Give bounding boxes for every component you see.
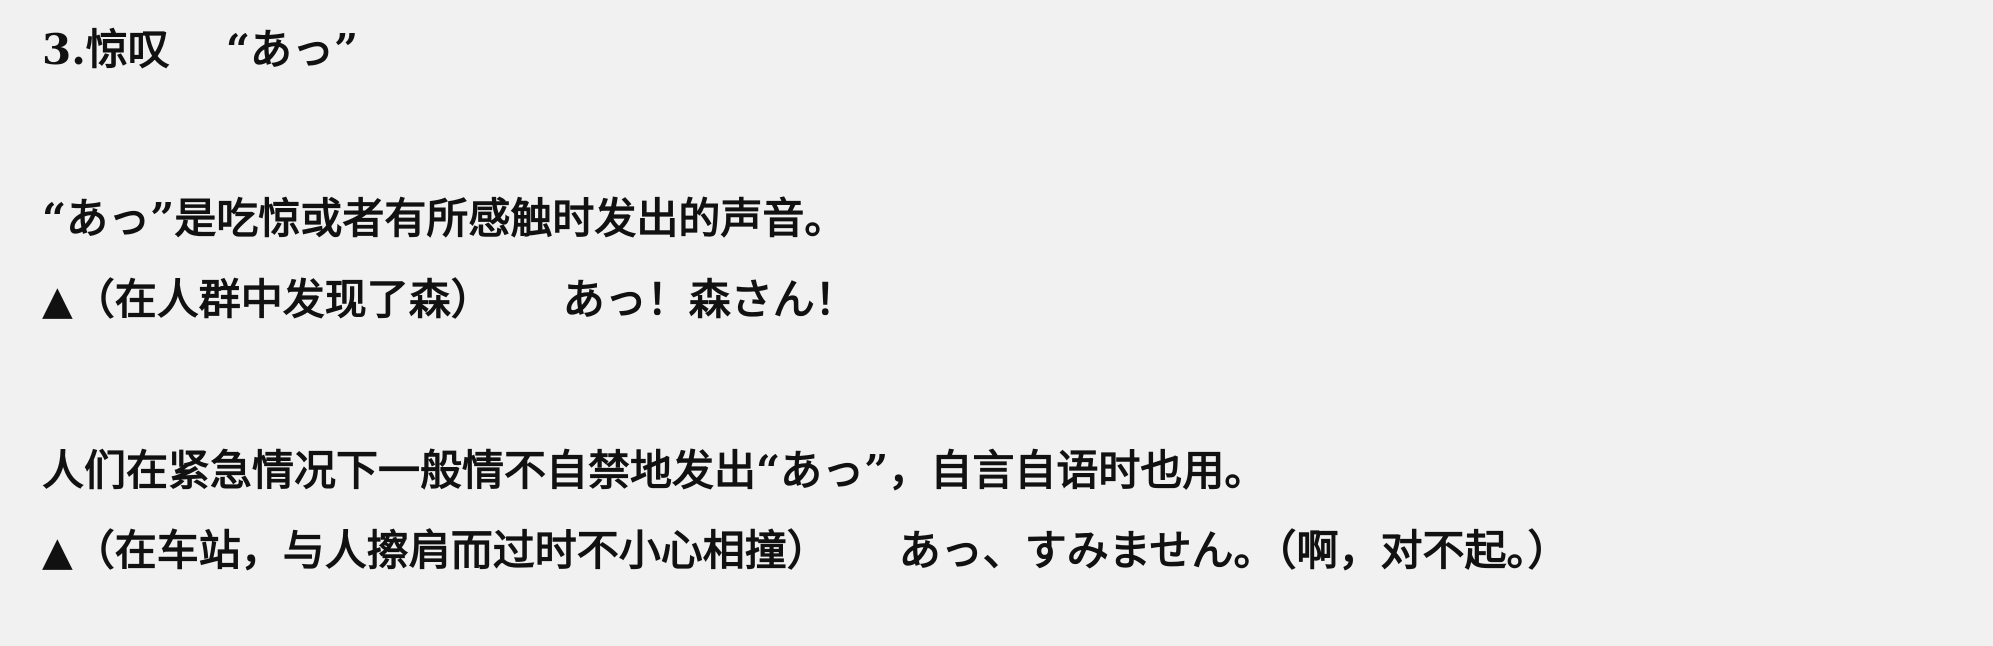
explanation-2: 人们在紧急情况下一般情不自禁地发出“あっ”，自言自语时也用。	[42, 446, 1267, 495]
example-utterance: あっ、すみません。（啊，对不起。）	[898, 526, 1570, 575]
example-1: ▲（在人群中发现了森） あっ！森さん！	[42, 272, 857, 329]
example-situation: （在人群中发现了森）	[72, 275, 493, 324]
triangle-icon: ▲	[42, 528, 73, 575]
section-heading: 3.惊叹 “あっ”	[42, 22, 358, 78]
example-utterance: あっ！森さん！	[562, 275, 857, 324]
triangle-icon: ▲	[42, 277, 73, 324]
heading-title: 3.惊叹	[42, 25, 170, 74]
example-situation: （在车站，与人擦肩而过时不小心相撞）	[72, 526, 829, 575]
example-2: ▲（在车站，与人擦肩而过时不小心相撞） あっ、すみません。（啊，对不起。）	[42, 523, 1570, 580]
explanation-1: “あっ”是吃惊或者有所感触时发出的声音。	[42, 194, 847, 243]
heading-term: “あっ”	[225, 25, 359, 74]
